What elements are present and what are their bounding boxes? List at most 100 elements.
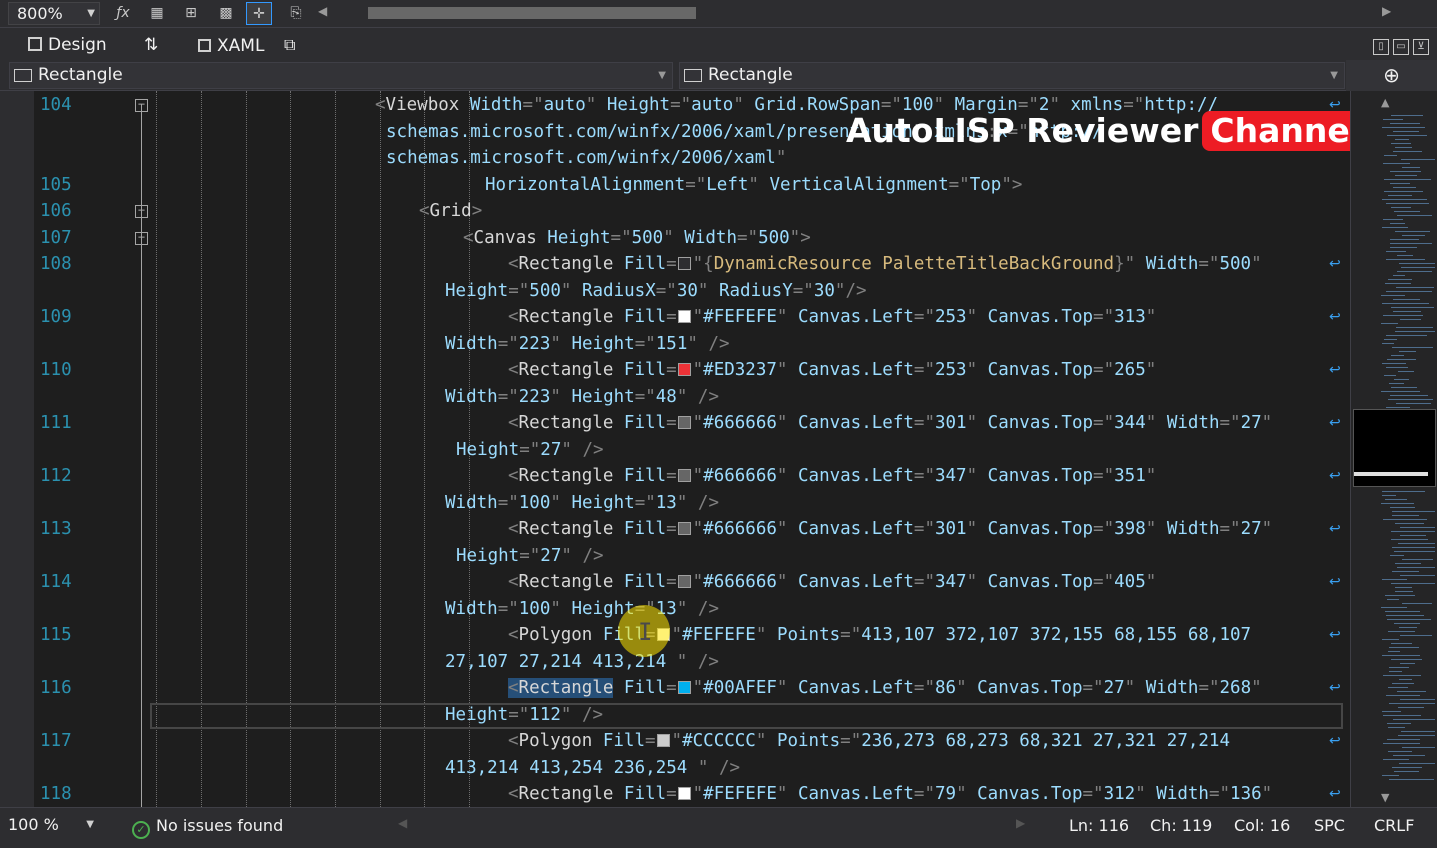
code-line[interactable]: 114 <Rectangle Fill= "#666666" Canvas.Left… bbox=[0, 569, 1350, 595]
horizontal-scrollbar[interactable] bbox=[336, 5, 1376, 21]
collapse-icon[interactable]: − bbox=[135, 204, 148, 218]
code-token: 500 bbox=[758, 227, 790, 248]
horizontal-split-icon[interactable]: ▭ bbox=[1393, 39, 1409, 55]
code-token: Canvas.Left bbox=[787, 466, 914, 486]
code-token: " bbox=[1251, 254, 1262, 274]
tab-xaml[interactable]: XAML bbox=[198, 33, 264, 59]
color-swatch[interactable] bbox=[677, 522, 691, 535]
code-line[interactable]: Height="500" RadiusX="30" RadiusY="30"/> bbox=[0, 278, 1350, 304]
color-swatch[interactable] bbox=[677, 310, 691, 323]
code-line[interactable]: 111 <Rectangle Fill= "#666666" Canvas.Left… bbox=[0, 410, 1350, 436]
code-line[interactable]: Width="223" Height="151" /> bbox=[0, 331, 1350, 357]
map-code-line bbox=[1389, 671, 1402, 672]
scroll-up-icon[interactable]: ▲ bbox=[1381, 96, 1389, 109]
code-line[interactable]: 112 <Rectangle Fill= "#666666" Canvas.Left… bbox=[0, 463, 1350, 489]
code-token: = bbox=[666, 678, 677, 698]
line-ending-indicator[interactable]: CRLF bbox=[1374, 816, 1414, 835]
scrollbar-map[interactable]: ▲ ▼ bbox=[1350, 91, 1437, 807]
scroll-down-icon[interactable]: ▼ bbox=[1381, 791, 1389, 804]
collapse-icon[interactable]: − bbox=[135, 231, 148, 245]
tab-design[interactable]: Design bbox=[28, 32, 107, 58]
xaml-code-editor[interactable]: 104− <Viewbox Width="auto" Height="auto" … bbox=[0, 91, 1350, 807]
code-token: < bbox=[508, 625, 519, 645]
code-line[interactable]: Width="100" Height="13" /> bbox=[0, 490, 1350, 516]
code-line[interactable]: 27,107 27,214 413,214 " /> bbox=[0, 649, 1350, 675]
code-token: /> bbox=[687, 492, 719, 513]
grid-icon[interactable]: ▦ bbox=[144, 2, 170, 25]
checker-icon[interactable]: ▩ bbox=[213, 2, 239, 25]
code-line[interactable]: Width="223" Height="48" /> bbox=[0, 384, 1350, 410]
split-editor-icon[interactable]: ⊕ bbox=[1346, 60, 1437, 91]
code-token: Canvas.Left bbox=[787, 784, 914, 804]
color-swatch[interactable] bbox=[677, 363, 691, 376]
map-code-line bbox=[1382, 491, 1425, 492]
code-text: Height="27" /> bbox=[456, 437, 604, 463]
code-text: Width="100" Height="13" /> bbox=[445, 490, 719, 516]
map-code-line bbox=[1389, 779, 1434, 780]
map-code-line bbox=[1398, 543, 1435, 544]
code-line[interactable]: 107− <Canvas Height="500" Width="500"> bbox=[0, 225, 1350, 251]
code-line[interactable]: 116 <Rectangle Fill= "#00AFEF" Canvas.Left… bbox=[0, 675, 1350, 701]
element-dropdown-right[interactable]: Rectangle ▼ bbox=[679, 62, 1345, 89]
code-line[interactable]: 110 <Rectangle Fill= "#ED3237" Canvas.Left… bbox=[0, 357, 1350, 383]
color-swatch[interactable] bbox=[677, 469, 691, 482]
editor-zoom-dropdown[interactable]: 100 % ▼ bbox=[8, 813, 98, 837]
code-token: =" bbox=[522, 95, 544, 115]
code-line[interactable]: 115<Polygon Fill="#FEFEFE" Points="413,1… bbox=[0, 622, 1350, 648]
collapse-icon[interactable]: − bbox=[135, 98, 148, 112]
code-text: <Rectangle Fill= "#FEFEFE" Canvas.Left="2… bbox=[508, 304, 1156, 330]
column-indicator[interactable]: Col: 16 bbox=[1234, 816, 1290, 835]
code-line[interactable]: 117 <Polygon Fill= "#CCCCCC" Points="236,2… bbox=[0, 728, 1350, 754]
code-line[interactable]: 413,214 413,254 236,254 " /> bbox=[0, 755, 1350, 781]
code-token: Fill bbox=[613, 519, 667, 539]
swap-panes-button[interactable]: ⇅ bbox=[144, 32, 158, 58]
color-swatch[interactable] bbox=[677, 575, 691, 588]
code-token: Canvas.Top bbox=[966, 678, 1083, 698]
map-code-line bbox=[1386, 291, 1432, 292]
code-token: #CCCCCC bbox=[682, 731, 756, 751]
zoom-dropdown[interactable]: 800% ▼ bbox=[8, 2, 100, 25]
fx-icon[interactable]: ƒx bbox=[110, 2, 136, 25]
scroll-left-icon[interactable]: ◀ bbox=[398, 816, 407, 830]
code-line[interactable]: 109 <Rectangle Fill= "#FEFEFE" Canvas.Left… bbox=[0, 304, 1350, 330]
code-line[interactable]: Height="27" /> bbox=[0, 437, 1350, 463]
scroll-left-icon[interactable]: ◀ bbox=[318, 4, 327, 18]
scrollbar-thumb[interactable] bbox=[368, 7, 696, 19]
code-token: Canvas.Top bbox=[966, 784, 1083, 804]
document-icon[interactable]: ⎘ bbox=[283, 2, 309, 25]
code-line[interactable]: Width="100" Height="13" /> bbox=[0, 596, 1350, 622]
color-swatch[interactable] bbox=[677, 257, 691, 270]
code-line[interactable]: 108 <Rectangle Fill= "{DynamicResource Pal… bbox=[0, 251, 1350, 277]
issues-indicator[interactable]: ✓ No issues found bbox=[132, 816, 283, 839]
code-line[interactable]: 118 <Rectangle Fill= "#FEFEFE" Canvas.Left… bbox=[0, 781, 1350, 807]
popout-icon[interactable]: ⧉ bbox=[284, 32, 295, 58]
code-token: " bbox=[561, 439, 572, 460]
code-line[interactable]: Height="27" /> bbox=[0, 543, 1350, 569]
code-token: =" bbox=[1093, 519, 1115, 539]
code-line[interactable]: 105 HorizontalAlignment="Left" VerticalAl… bbox=[0, 172, 1350, 198]
whitespace-indicator[interactable]: SPC bbox=[1314, 816, 1345, 835]
code-line[interactable]: 113 <Rectangle Fill= "#666666" Canvas.Left… bbox=[0, 516, 1350, 542]
code-token: = bbox=[666, 360, 677, 380]
snap-grid-icon[interactable]: ⊞ bbox=[178, 2, 204, 25]
color-swatch[interactable] bbox=[677, 787, 691, 800]
map-viewport[interactable] bbox=[1353, 409, 1436, 487]
vertical-split-icon[interactable]: ▯ bbox=[1373, 39, 1389, 55]
element-dropdown-left[interactable]: Rectangle ▼ bbox=[9, 62, 673, 89]
word-wrap-icon: ↩ bbox=[1329, 574, 1341, 590]
code-token: =" bbox=[497, 492, 519, 513]
word-wrap-icon: ↩ bbox=[1329, 362, 1341, 378]
collapse-pane-icon[interactable]: ⊻ bbox=[1413, 39, 1429, 55]
code-line[interactable]: 106 − <Grid> bbox=[0, 198, 1350, 224]
scroll-right-icon[interactable]: ▶ bbox=[1016, 816, 1025, 830]
color-swatch[interactable] bbox=[677, 681, 691, 694]
code-line[interactable]: Height="112" /> bbox=[0, 702, 1350, 728]
snap-lines-icon[interactable]: ✛ bbox=[246, 2, 272, 25]
map-code-line bbox=[1386, 335, 1427, 336]
code-token: Canvas bbox=[473, 227, 537, 248]
color-swatch[interactable] bbox=[677, 416, 691, 429]
color-swatch[interactable] bbox=[656, 734, 670, 747]
char-indicator[interactable]: Ch: 119 bbox=[1150, 816, 1212, 835]
scroll-right-icon[interactable]: ▶ bbox=[1382, 4, 1391, 18]
line-indicator[interactable]: Ln: 116 bbox=[1069, 816, 1129, 835]
